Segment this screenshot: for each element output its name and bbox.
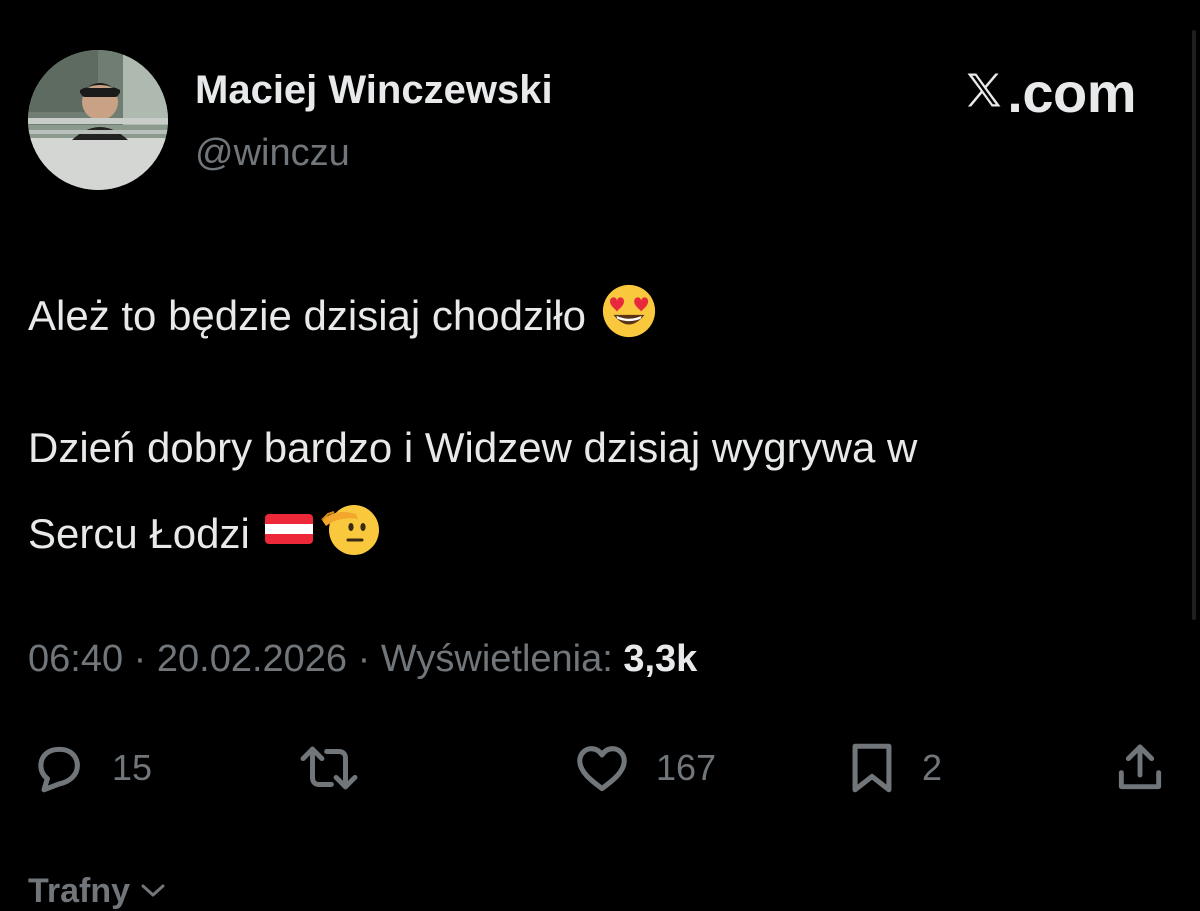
share-button[interactable] (1112, 735, 1168, 801)
bookmark-icon (846, 739, 898, 797)
x-logo-icon (962, 60, 1006, 125)
bookmark-count: 2 (922, 747, 943, 788)
views-count[interactable]: 3,3k (623, 638, 697, 680)
tweet-text: Ależ to będzie dzisiaj chodziło (28, 292, 586, 339)
tweet-text-line: Ależ to będzie dzisiaj chodziło (28, 282, 658, 350)
scrollbar[interactable] (1192, 30, 1196, 620)
bookmark-button[interactable]: 2 (846, 735, 942, 801)
heart-eyes-emoji (600, 282, 658, 350)
reply-count: 15 (112, 747, 153, 788)
tweet-text-line: Sercu Łodzi (28, 500, 380, 568)
retweet-button[interactable] (296, 735, 362, 801)
author-display-name[interactable]: Maciej Winczewski (195, 68, 553, 113)
views-label: Wyświetlenia: (380, 638, 613, 680)
replies-sort-label: Trafny (28, 872, 131, 910)
red-white-red-flag-emoji (264, 509, 314, 559)
retweet-icon (296, 739, 362, 797)
chevron-down-icon (130, 872, 168, 911)
reply-button[interactable]: 15 (30, 735, 152, 801)
meta-separator: · (347, 638, 381, 680)
like-count: 167 (656, 747, 717, 788)
replies-sort-dropdown[interactable]: Trafny (28, 872, 168, 911)
avatar[interactable] (28, 50, 168, 190)
tweet-text: Dzień dobry bardzo i Widzew dzisiaj wygr… (28, 424, 918, 471)
tweet-time[interactable]: 06:40 (28, 638, 123, 680)
tweet-action-bar: 15 167 2 (0, 735, 1200, 801)
meta-separator: · (123, 638, 157, 680)
site-label: .com (962, 60, 1136, 125)
reply-icon (30, 739, 88, 797)
profile-photo (28, 50, 168, 190)
tweet-text: Sercu Łodzi (28, 510, 250, 557)
heart-icon (572, 739, 632, 797)
author-handle[interactable]: @winczu (195, 132, 350, 175)
share-icon (1112, 739, 1168, 797)
site-domain: .com (1007, 61, 1136, 124)
like-button[interactable]: 167 (572, 735, 716, 801)
tweet-date[interactable]: 20.02.2026 (157, 638, 347, 680)
saluting-face-emoji (318, 500, 380, 568)
tweet-text-line: Dzień dobry bardzo i Widzew dzisiaj wygr… (28, 424, 917, 472)
tweet-meta: 06:40 · 20.02.2026 · Wyświetlenia: 3,3k (28, 638, 697, 681)
